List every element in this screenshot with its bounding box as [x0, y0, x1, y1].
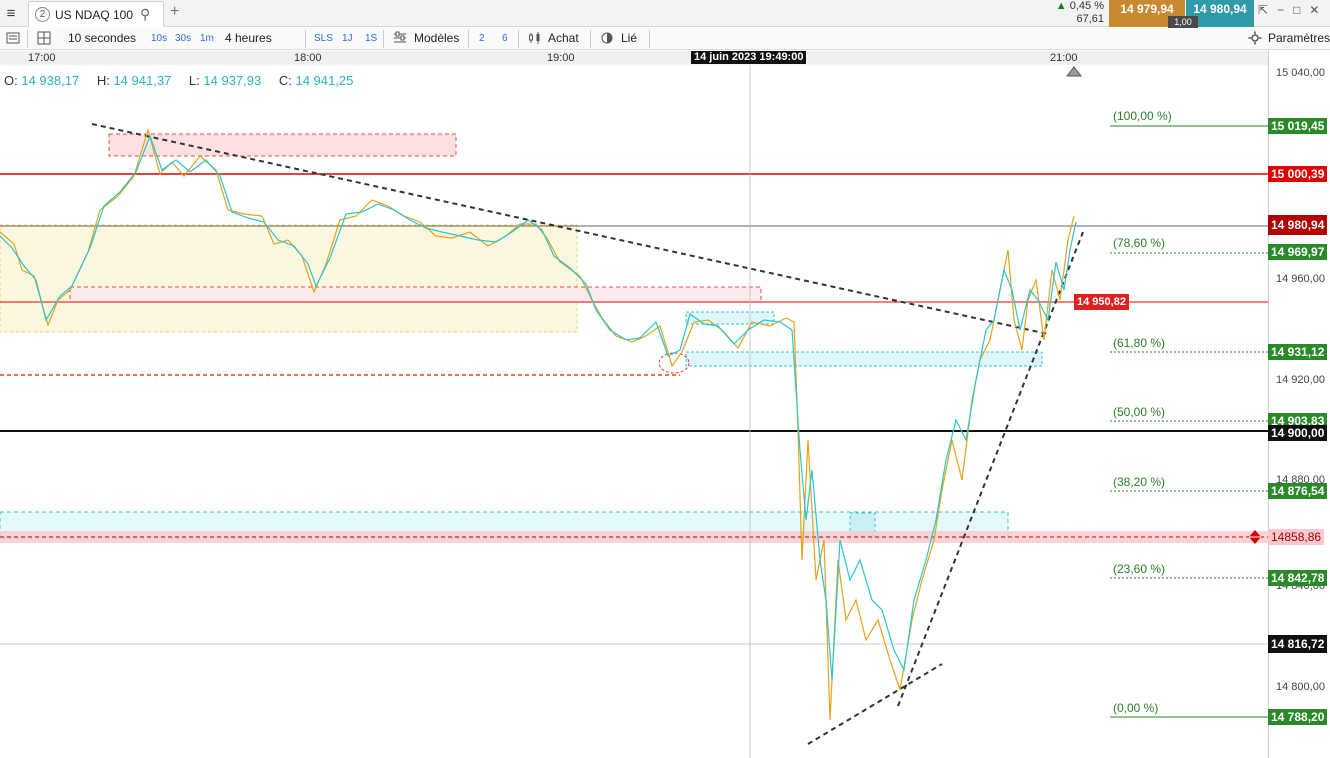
interval-10s[interactable]: 10s [151, 33, 167, 44]
time-label: 18:00 [294, 52, 322, 64]
price-axis-label: 14 800,00 [1276, 681, 1325, 693]
range-select[interactable]: 4 heures [225, 31, 272, 45]
time-label: 17:00 [28, 52, 56, 64]
price-chart[interactable] [0, 65, 1268, 758]
fib-tag-236: 14 842,78 [1268, 570, 1328, 586]
fib-tag-100: 15 019,45 [1268, 118, 1328, 134]
hamburger-menu-icon[interactable]: ≡ [0, 0, 22, 27]
fib-label-50: (50,00 %) [1113, 405, 1166, 419]
range-sls[interactable]: SLS [314, 33, 333, 44]
supply-zone [69, 286, 762, 303]
fib-tag-382: 14 876,54 [1268, 483, 1328, 499]
search-icon[interactable]: ⚲ [140, 6, 150, 23]
cursor-price-tag: 14 816,72 [1268, 635, 1328, 653]
price-axis-label: 15 040,00 [1276, 67, 1325, 79]
alert-handle-icon[interactable] [1248, 529, 1262, 545]
fib-label-382: (38,20 %) [1113, 475, 1166, 489]
scroll-marker-icon[interactable] [1066, 65, 1082, 77]
link-icon[interactable] [600, 31, 614, 45]
zone-marker [685, 351, 1043, 367]
price-axis-label: 14 960,00 [1276, 273, 1325, 285]
fib-label-618: (61,80 %) [1113, 336, 1166, 350]
interval-select[interactable]: 10 secondes [68, 31, 136, 45]
interval-30s[interactable]: 30s [175, 33, 191, 44]
fib-label-236: (23,60 %) [1113, 562, 1166, 576]
range-1j[interactable]: 1J [342, 33, 353, 44]
time-cursor-label: 14 juin 2023 19:49:00 [691, 51, 807, 64]
alert-tag: 14858,86 [1268, 529, 1325, 545]
linked-button[interactable]: Lié [621, 31, 637, 45]
period-2[interactable]: 2 [479, 33, 485, 44]
ohlc-high-label: H: [96, 73, 110, 88]
fib-levels [1110, 125, 1268, 718]
ohlc-open: 14 938,17 [21, 73, 80, 88]
list-icon[interactable] [6, 31, 20, 45]
window-controls: ⇱ − □ ✕ [1258, 3, 1319, 17]
instrument-title: US NDAQ 100 [55, 7, 134, 22]
price-line-cyan [0, 134, 1077, 681]
fib-label-786: (78,60 %) [1113, 236, 1166, 250]
fib-tag-786: 14 969,97 [1268, 244, 1328, 260]
change-pct: 0,45 % [1069, 0, 1104, 12]
add-tab-icon[interactable]: + [170, 3, 179, 21]
ohlc-close: 14 941,25 [295, 73, 354, 88]
resistance-tag: 15 000,39 [1268, 166, 1328, 182]
range-1s[interactable]: 1S [365, 33, 377, 44]
time-label: 21:00 [1050, 52, 1078, 64]
uptrend-line [897, 231, 1084, 707]
spread-badge: 1,00 [1168, 16, 1198, 28]
buy-button[interactable]: Achat [548, 31, 579, 45]
models-icon[interactable] [393, 31, 407, 45]
close-icon[interactable]: ✕ [1309, 3, 1319, 17]
last-price-tag: 14 980,94 [1268, 215, 1328, 235]
time-label: 19:00 [547, 52, 575, 64]
supply-zone [108, 133, 457, 157]
fib-label-0: (0,00 %) [1113, 701, 1159, 715]
top-bar: ≡ 2 US NDAQ 100 ⚲ + ▲ 0,45 % 67,61 14 97… [0, 0, 1330, 28]
ohlc-close-label: C: [278, 73, 292, 88]
interval-1m[interactable]: 1m [200, 33, 214, 44]
settings-button[interactable]: Paramètres [1268, 31, 1330, 45]
price-axis-label: 14 920,00 [1276, 374, 1325, 386]
ohlc-open-label: O: [4, 73, 18, 88]
up-arrow-icon: ▲ [1055, 0, 1067, 12]
minimize-icon[interactable]: − [1277, 3, 1284, 17]
models-button[interactable]: Modèles [414, 31, 459, 45]
gear-icon[interactable] [1248, 31, 1262, 45]
period-6[interactable]: 6 [502, 33, 508, 44]
detach-icon[interactable]: ⇱ [1258, 3, 1268, 17]
tab-number: 2 [35, 7, 50, 22]
fib-tag-618: 14 931,12 [1268, 344, 1328, 360]
ohlc-high: 14 941,37 [113, 73, 172, 88]
round-level-tag: 14 900,00 [1268, 425, 1328, 441]
instrument-tab[interactable]: 2 US NDAQ 100 ⚲ [28, 1, 164, 27]
layout-grid-icon[interactable] [37, 31, 51, 45]
change-box: ▲ 0,45 % 67,61 [1048, 0, 1108, 27]
ohlc-low: 14 937,93 [203, 73, 262, 88]
change-abs: 67,61 [1076, 13, 1104, 25]
ohlc-readout: O: 14 938,17 H: 14 941,37 L: 14 937,93 C… [4, 73, 367, 88]
chart-toolbar: 10 secondes 10s 30s 1m 4 heures SLS 1J 1… [0, 28, 1330, 50]
fib-tag-0: 14 788,20 [1268, 709, 1328, 725]
candles-icon[interactable] [528, 31, 542, 45]
ohlc-low-label: L: [188, 73, 200, 88]
level-tag-14950: 14 950,82 [1074, 294, 1129, 310]
time-axis: 17:00 18:00 19:00 21:00 [0, 51, 1268, 65]
maximize-icon[interactable]: □ [1293, 3, 1300, 17]
price-line-orange [0, 127, 1075, 721]
fib-label-100: (100,00 %) [1113, 109, 1172, 123]
